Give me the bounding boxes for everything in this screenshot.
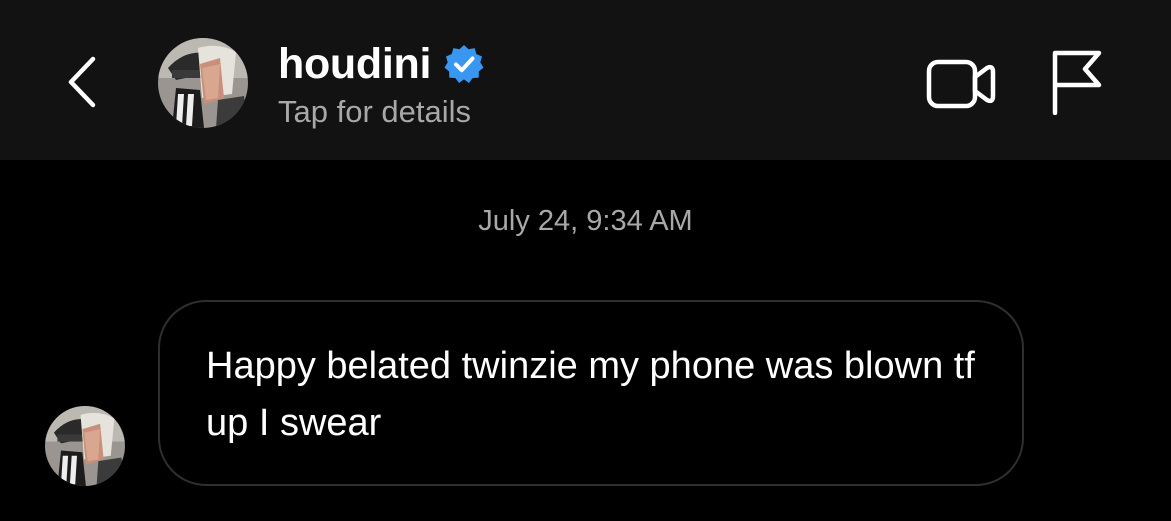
username-row[interactable]: houdini (278, 38, 485, 90)
chevron-left-icon (68, 56, 96, 108)
tap-for-details-link[interactable]: Tap for details (278, 94, 485, 130)
thread-header: houdini Tap for details (0, 0, 1171, 160)
profile-avatar[interactable] (158, 38, 248, 128)
thread-title: houdini Tap for details (278, 38, 485, 130)
sender-avatar[interactable] (45, 406, 125, 486)
avatar-image (45, 406, 125, 486)
report-button[interactable] (1042, 46, 1112, 118)
message-timestamp: July 24, 9:34 AM (478, 205, 693, 237)
video-call-button[interactable] (922, 52, 1002, 116)
back-button[interactable] (52, 50, 112, 114)
avatar-image (158, 38, 248, 128)
flag-icon (1052, 50, 1102, 115)
username: houdini (278, 39, 432, 88)
dm-thread-screen: houdini Tap for details July 24, 9:34 AM (0, 0, 1171, 521)
video-camera-icon (926, 59, 996, 109)
message-bubble[interactable]: Happy belated twinzie my phone was blown… (158, 300, 1024, 486)
verified-badge-icon (444, 45, 484, 83)
